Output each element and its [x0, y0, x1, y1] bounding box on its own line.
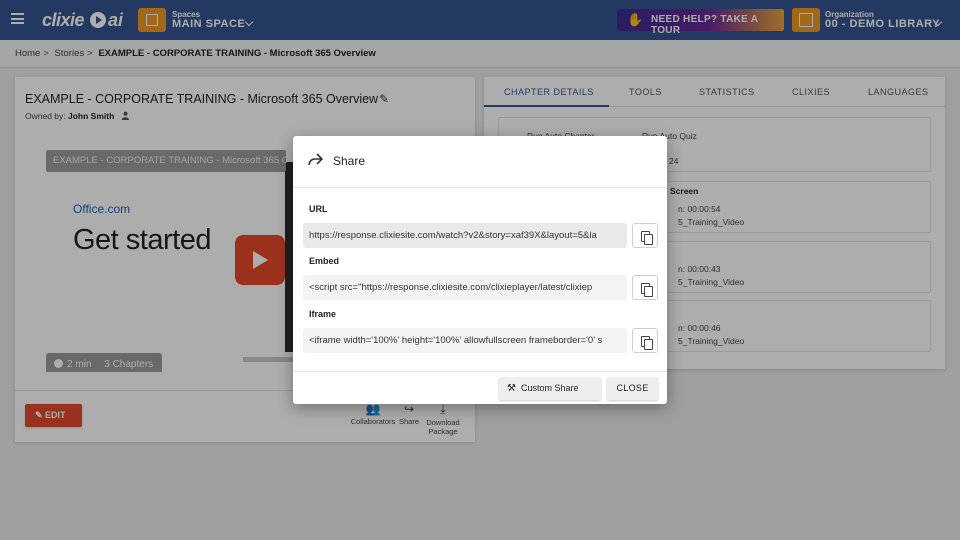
embed-field[interactable]: <script src="https://response.clixiesite… — [303, 275, 627, 300]
custom-share-label: Custom Share — [520, 383, 579, 393]
custom-share-button[interactable]: ⚒ Custom Share — [499, 377, 601, 400]
close-button[interactable]: CLOSE — [607, 377, 658, 400]
embed-label: Embed — [309, 256, 340, 266]
share-dialog: Share URL https://response.clixiesite.co… — [293, 136, 667, 404]
dialog-title: Share — [333, 154, 366, 168]
copy-url-button[interactable] — [632, 223, 658, 248]
tools-icon: ⚒ — [507, 383, 516, 394]
iframe-label: Iframe — [309, 309, 337, 319]
dialog-header: Share — [293, 136, 667, 188]
url-field[interactable]: https://response.clixiesite.com/watch?v2… — [303, 223, 627, 248]
dialog-footer-divider — [293, 371, 667, 372]
url-label: URL — [309, 204, 328, 214]
copy-embed-button[interactable] — [632, 275, 658, 300]
iframe-field[interactable]: <iframe width='100%' height='100%' allow… — [303, 328, 627, 353]
share-icon — [308, 153, 324, 169]
copy-iframe-button[interactable] — [632, 328, 658, 353]
